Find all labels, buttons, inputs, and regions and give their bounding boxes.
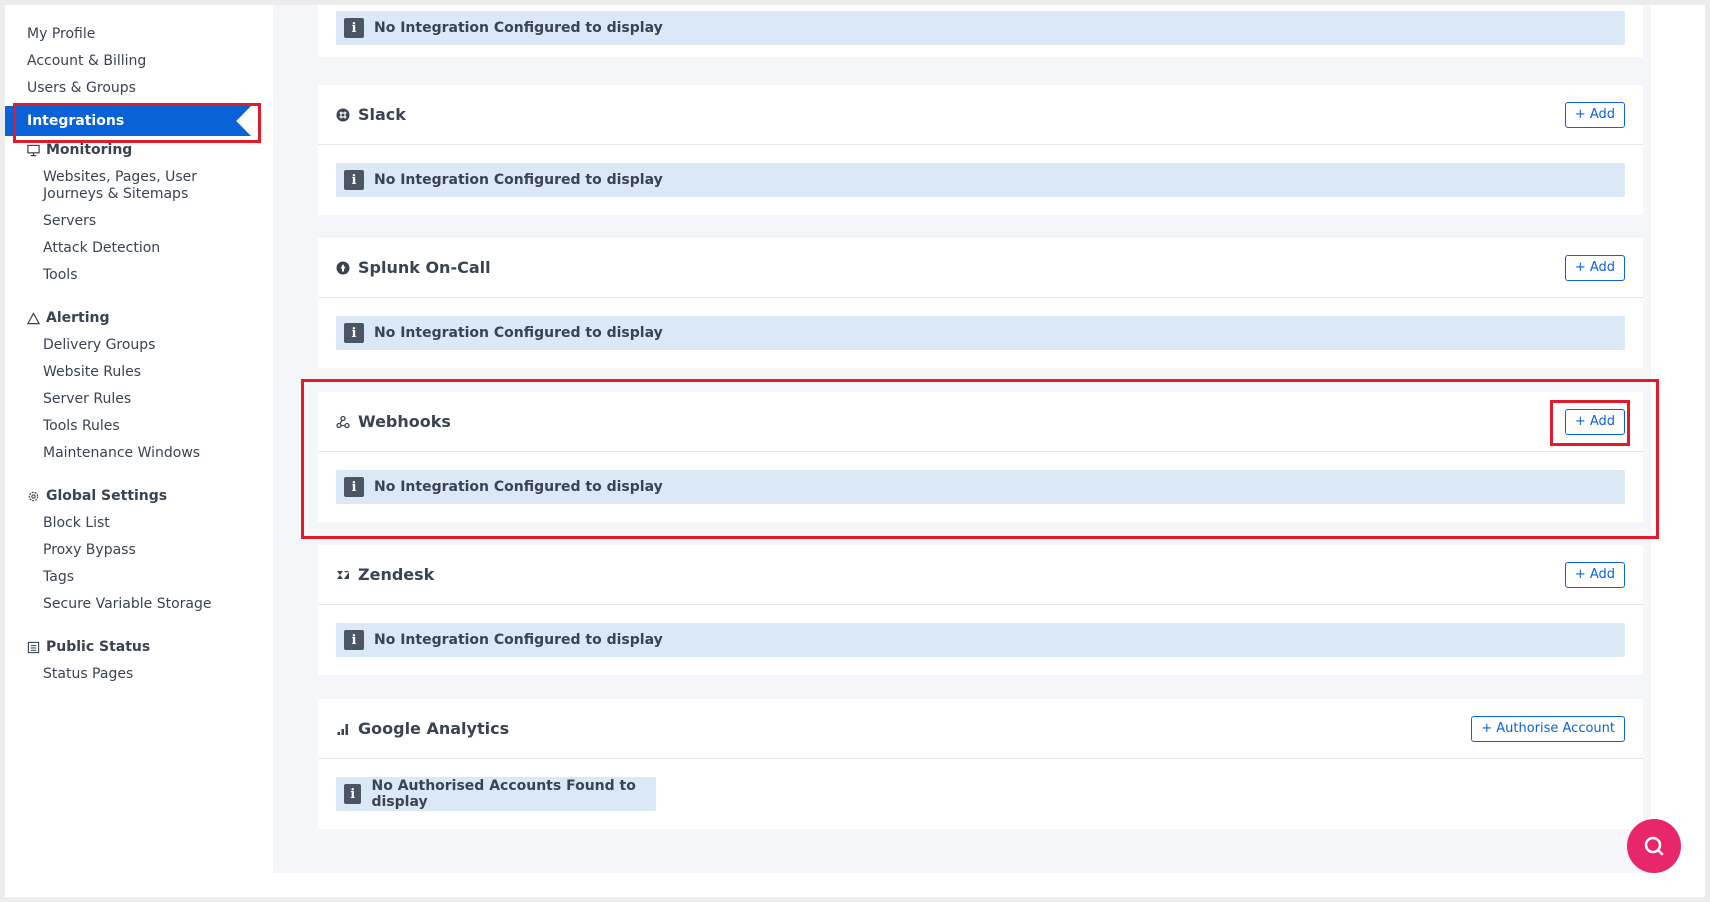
nav-users-groups[interactable]: Users & Groups [27,80,136,96]
add-webhook-button[interactable]: + Add [1564,408,1625,435]
nav-maintenance-windows[interactable]: Maintenance Windows [43,445,200,461]
nav-proxy-bypass[interactable]: Proxy Bypass [43,542,136,558]
plus-icon: + [1574,567,1586,582]
add-button-label: Add [1589,567,1615,582]
nav-block-list[interactable]: Block List [43,515,110,531]
section-public-status-title: Public Status [46,639,151,655]
nav-my-profile[interactable]: My Profile [27,26,95,42]
card-title: Slack [358,105,406,124]
info-text: No Integration Configured to display [374,20,663,36]
integration-card-webhooks: Webhooks + Add i No Integration Configure… [318,392,1643,522]
info-icon: i [344,784,362,804]
add-button-label: Add [1589,107,1615,122]
integration-card-splunk: Splunk On-Call + Add i No Integration Con… [318,238,1643,368]
section-global-settings-title: Global Settings [46,488,168,504]
splunk-icon [336,261,350,274]
bar-chart-icon [337,723,348,735]
info-message: i No Integration Configured to display [336,470,1625,504]
plus-icon: + [1481,721,1493,736]
integration-card-zendesk: Zendesk + Add i No Integration Configured… [318,545,1643,675]
info-message: i No Integration Configured to display [336,623,1625,657]
card-header: Slack + Add [318,85,1643,145]
section-public-status: Public Status [27,639,150,655]
info-icon: i [344,477,364,497]
nav-tags[interactable]: Tags [43,569,74,585]
section-alerting: Alerting [27,310,110,326]
chat-search-fab[interactable] [1627,819,1681,873]
plus-icon: + [1574,260,1586,275]
info-message: i No Integration Configured to display [336,163,1625,197]
integration-card-partial: i No Integration Configured to display [318,5,1643,57]
integration-card-slack: Slack + Add i No Integration Configured t… [318,85,1643,215]
card-header: Zendesk + Add [318,545,1643,605]
card-header: Google Analytics + Authorise Account [318,699,1643,759]
search-icon [1644,836,1664,856]
card-title: Google Analytics [358,719,510,738]
nav-websites-pages[interactable]: Websites, Pages, User [43,169,197,185]
info-message: i No Integration Configured to display [336,316,1625,350]
slack-icon [336,108,350,121]
section-monitoring-title: Monitoring [46,142,133,158]
webhook-icon [336,415,350,428]
app-frame: My Profile Account & Billing Users & Gro… [5,5,1705,897]
nav-website-rules[interactable]: Website Rules [43,364,141,380]
nav-servers[interactable]: Servers [43,213,96,229]
nav-integrations-active[interactable]: Integrations [5,106,251,136]
card-title: Zendesk [358,565,435,584]
card-title: Splunk On-Call [358,258,491,277]
monitor-icon [27,144,40,156]
add-splunk-button[interactable]: + Add [1564,254,1625,281]
nav-server-rules[interactable]: Server Rules [43,391,131,407]
card-header: Webhooks + Add [318,392,1643,452]
nav-attack-detection[interactable]: Attack Detection [43,240,160,256]
warning-icon [27,311,40,324]
card-title: Webhooks [358,412,451,431]
gear-icon [28,491,39,501]
authorise-button-label: Authorise Account [1496,721,1615,736]
section-global-settings: Global Settings [27,488,167,504]
sidebar: My Profile Account & Billing Users & Gro… [5,5,273,897]
info-icon: i [344,170,364,190]
nav-secure-variable-storage[interactable]: Secure Variable Storage [43,596,212,612]
plus-icon: + [1574,414,1586,429]
nav-journeys-sitemaps[interactable]: Journeys & Sitemaps [43,186,188,202]
info-text: No Authorised Accounts Found to display [371,778,636,810]
info-message: i No Integration Configured to display [336,11,1625,45]
authorise-account-button[interactable]: + Authorise Account [1471,715,1625,742]
add-button-label: Add [1589,414,1615,429]
add-zendesk-button[interactable]: + Add [1564,561,1625,588]
info-message: i No Authorised Accounts Found to displa… [336,777,656,811]
info-text: No Integration Configured to display [374,172,663,188]
info-text: No Integration Configured to display [374,632,663,648]
add-slack-button[interactable]: + Add [1564,101,1625,128]
section-alerting-title: Alerting [46,310,110,326]
nav-tools-rules[interactable]: Tools Rules [43,418,120,434]
info-text: No Integration Configured to display [374,479,663,495]
section-monitoring: Monitoring [27,142,132,158]
nav-status-pages[interactable]: Status Pages [43,666,133,682]
nav-tools[interactable]: Tools [43,267,78,283]
nav-delivery-groups[interactable]: Delivery Groups [43,337,155,353]
info-text: No Integration Configured to display [374,325,663,341]
card-header: Splunk On-Call + Add [318,238,1643,298]
add-button-label: Add [1589,260,1615,275]
zendesk-icon [337,570,349,579]
plus-icon: + [1574,107,1586,122]
nav-account-billing[interactable]: Account & Billing [27,53,146,69]
info-icon: i [344,323,364,343]
info-icon: i [344,18,364,38]
info-icon: i [344,630,364,650]
status-page-icon [27,641,40,653]
integration-card-google-analytics: Google Analytics + Authorise Account i No… [318,699,1643,829]
